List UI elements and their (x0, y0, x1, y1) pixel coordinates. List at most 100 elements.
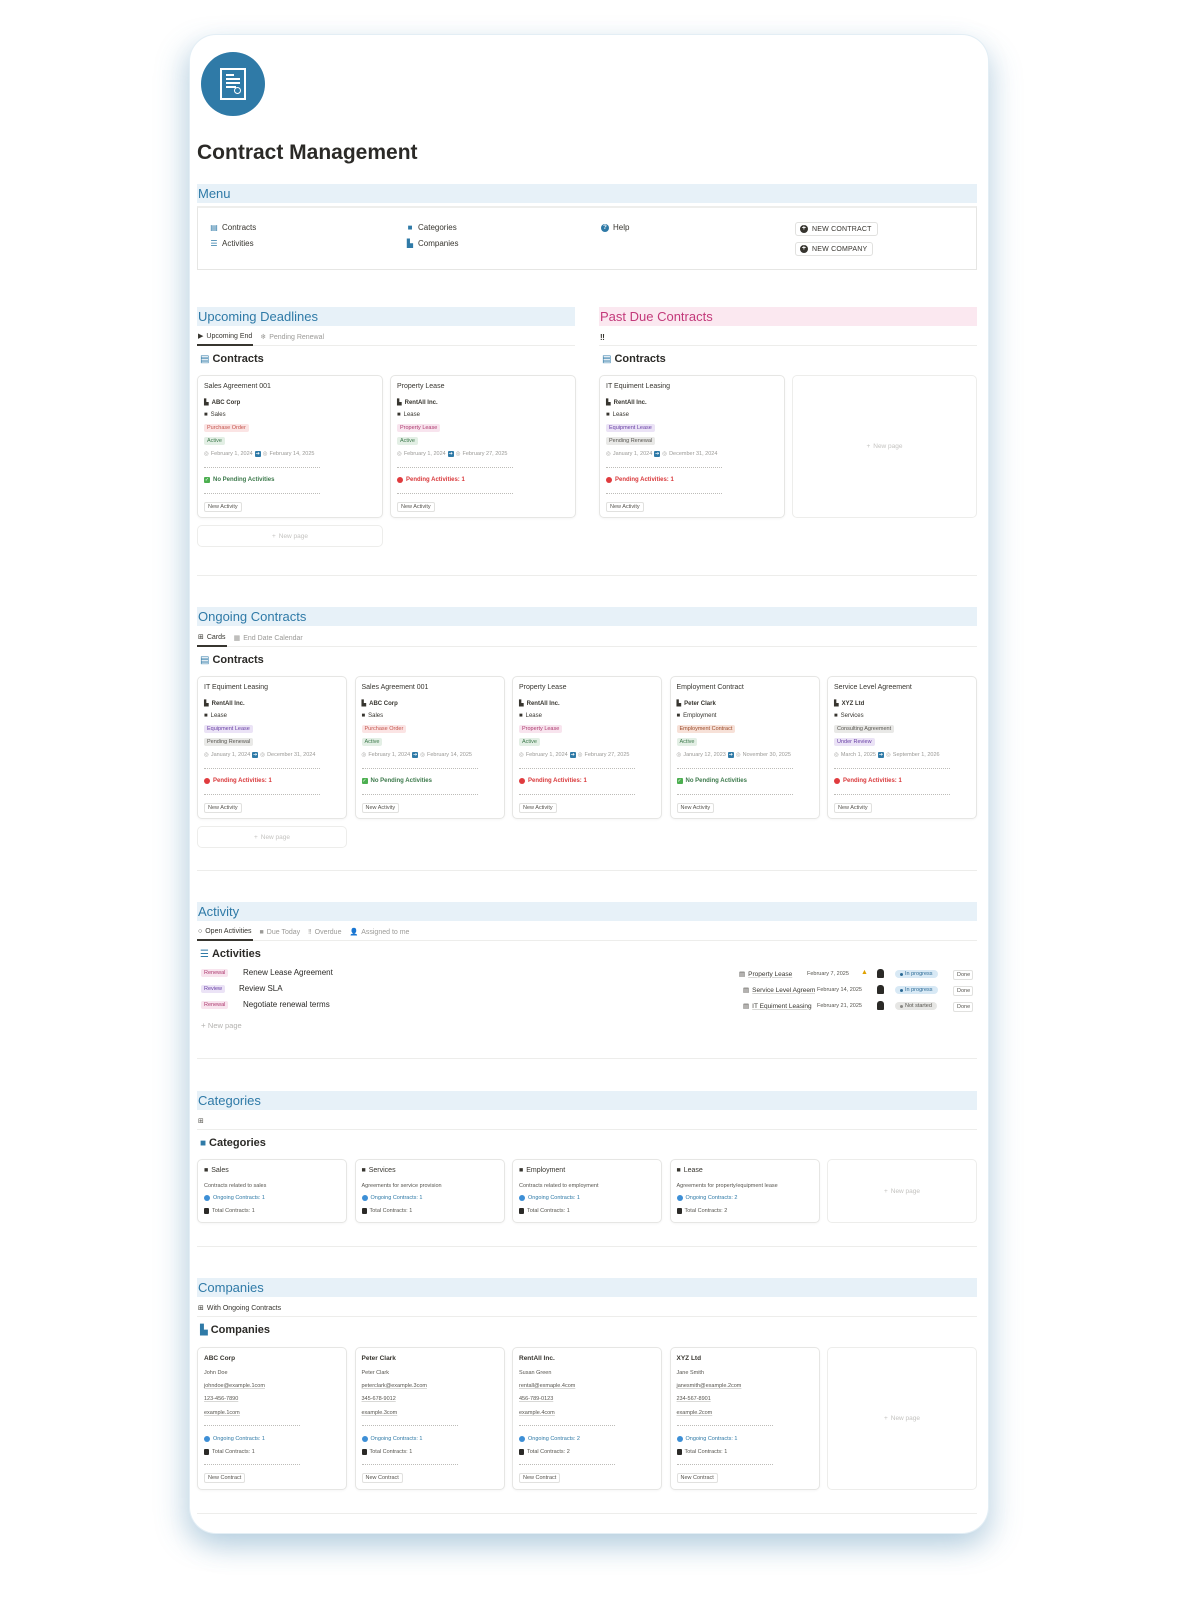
avatar[interactable] (877, 985, 884, 994)
new-activity-button[interactable]: New Activity (361, 803, 400, 813)
contract-company[interactable]: ▙ ABC Corp (204, 399, 240, 407)
tab-end-date-calendar[interactable]: ▦ End Date Calendar (233, 629, 304, 647)
contract-card[interactable]: Service Level Agreement ▙ XYZ Ltd ■ Servic… (827, 676, 977, 819)
contract-card[interactable]: Property Lease ▙ RentAll Inc. ■ Lease Prop… (512, 676, 662, 819)
company-phone[interactable]: 123-456-7890 (204, 1396, 238, 1402)
new-contract-button[interactable]: New Contract (361, 1473, 403, 1483)
contract-company[interactable]: ▙ RentAll Inc. (397, 399, 438, 407)
category-card[interactable]: ■ Sales Contracts related to sales Ongoin… (197, 1159, 347, 1223)
company-phone[interactable]: 345-678-9012 (362, 1396, 396, 1402)
activity-status-pill[interactable]: In progress (895, 986, 938, 994)
contract-card[interactable]: Sales Agreement 001 ▙ ABC Corp ■ Sales Pur… (197, 375, 383, 518)
activity-status-pill[interactable]: Not started (895, 1002, 937, 1010)
new-activity-button[interactable]: New Activity (834, 803, 872, 813)
square-icon (204, 1208, 209, 1214)
menu-link-activities[interactable]: ☰ Activities (210, 239, 253, 248)
activity-row[interactable]: Review Review SLA ▤Service Level Agreeme… (201, 983, 977, 997)
activity-contract-link[interactable]: ▤ Property Lease (739, 970, 803, 979)
plus-icon: + (883, 1415, 888, 1422)
category-card[interactable]: ■ Lease Agreements for property/equipment… (669, 1159, 820, 1223)
new-contract-button[interactable]: New Contract (676, 1473, 718, 1483)
contract-category[interactable]: ■ Lease (204, 713, 227, 719)
company-email[interactable]: peterclark@example.3com (362, 1383, 428, 1389)
new-page-button[interactable]: + New page (827, 1159, 977, 1223)
double-exclamation-icon[interactable]: ‼ (599, 328, 606, 346)
new-contract-button[interactable]: + NEW CONTRACT (795, 222, 878, 236)
tab-due-today[interactable]: ■ Due Today (259, 923, 302, 941)
contract-card[interactable]: Employment Contract ▙ Peter Clark ■ Employ… (669, 676, 820, 819)
avatar[interactable] (877, 969, 884, 978)
new-contract-button[interactable]: New Contract (519, 1473, 561, 1483)
contract-category[interactable]: ■ Lease (606, 412, 629, 418)
contract-company[interactable]: ▙ RentAll Inc. (519, 700, 560, 708)
new-page-button[interactable]: + New page (827, 1347, 977, 1490)
new-contract-button[interactable]: New Contract (204, 1473, 246, 1483)
tab-upcoming-end[interactable]: ▶ Upcoming End (197, 328, 254, 346)
company-phone[interactable]: 456-789-0123 (519, 1396, 553, 1402)
new-activity-button[interactable]: New Activity (204, 502, 242, 512)
contract-category[interactable]: ■ Employment (677, 713, 717, 719)
tab-with-ongoing-contracts[interactable]: ⊞ With Ongoing Contracts (197, 1299, 282, 1317)
new-activity-button[interactable]: New Activity (397, 502, 435, 512)
contract-card[interactable]: IT Equiment Leasing ▙ RentAll Inc. ■ Lease… (197, 676, 347, 819)
contract-category[interactable]: ■ Sales (362, 713, 384, 719)
category-card[interactable]: ■ Services Agreements for service provisi… (354, 1159, 505, 1223)
contract-category[interactable]: ■ Services (834, 713, 864, 719)
activity-name[interactable]: Renew Lease Agreement (243, 968, 333, 977)
grid-icon[interactable]: ⊞ (197, 1112, 205, 1130)
new-activity-button[interactable]: New Activity (204, 803, 242, 813)
new-company-button[interactable]: + NEW COMPANY (795, 242, 874, 256)
done-button[interactable]: Done (953, 970, 973, 980)
avatar[interactable] (877, 1001, 884, 1010)
contract-company[interactable]: ▙ RentAll Inc. (204, 700, 245, 708)
contract-category[interactable]: ■ Lease (397, 412, 420, 418)
activity-new-page[interactable]: + New page (201, 1015, 977, 1030)
contract-card[interactable]: Sales Agreement 001 ▙ ABC Corp ■ Sales Pur… (354, 676, 505, 819)
activity-row[interactable]: Renewal Negotiate renewal terms ▤ IT Equi… (201, 999, 977, 1013)
contract-company[interactable]: ▙ ABC Corp (362, 700, 398, 708)
tab-assigned-to-me[interactable]: 👤 Assigned to me (348, 923, 410, 941)
menu-link-categories[interactable]: ■ Categories (406, 223, 457, 232)
tab-pending-renewal[interactable]: ❄ Pending Renewal (259, 328, 325, 346)
activity-row[interactable]: Renewal Renew Lease Agreement ▤ Property … (201, 967, 977, 981)
company-website[interactable]: example.4com (519, 1410, 555, 1416)
company-website[interactable]: example.1com (204, 1410, 240, 1416)
activity-status-pill[interactable]: In progress (895, 970, 938, 978)
company-email[interactable]: rentall@exmaple.4com (519, 1383, 575, 1389)
new-page-button[interactable]: + New page (197, 826, 347, 848)
contract-company[interactable]: ▙ RentAll Inc. (606, 399, 647, 407)
company-website[interactable]: example.3com (362, 1410, 398, 1416)
tab-overdue[interactable]: ‼ Overdue (307, 923, 342, 941)
activity-name[interactable]: Review SLA (239, 984, 283, 993)
company-card[interactable]: ABC Corp John Doe johndoe@example.1com 1… (197, 1347, 347, 1490)
tab-cards[interactable]: ⊞ Cards (197, 629, 227, 647)
contract-card[interactable]: IT Equiment Leasing ▙ RentAll Inc. ■ Lease… (599, 375, 785, 518)
new-page-button[interactable]: + New page (197, 525, 383, 547)
company-email[interactable]: janesmith@example.2com (677, 1383, 742, 1389)
company-card[interactable]: XYZ Ltd Jane Smith janesmith@example.2co… (669, 1347, 820, 1490)
new-activity-button[interactable]: New Activity (676, 803, 715, 813)
company-card[interactable]: Peter Clark Peter Clark peterclark@examp… (354, 1347, 505, 1490)
contract-company[interactable]: ▙ XYZ Ltd (834, 700, 864, 708)
new-page-button[interactable]: + New page (792, 375, 977, 518)
company-phone[interactable]: 234-567-8901 (677, 1396, 711, 1402)
contract-category[interactable]: ■ Lease (519, 713, 542, 719)
tab-open-activities[interactable]: ○ Open Activities (197, 923, 253, 941)
new-activity-button[interactable]: New Activity (606, 502, 644, 512)
category-card[interactable]: ■ Employment Contracts related to employm… (512, 1159, 662, 1223)
company-email[interactable]: johndoe@example.1com (204, 1383, 265, 1389)
contract-card[interactable]: Property Lease ▙ RentAll Inc. ■ Lease Prop… (390, 375, 576, 518)
done-button[interactable]: Done (953, 1002, 973, 1012)
activity-contract-link[interactable]: ▤Service Level Agreement (743, 986, 815, 995)
menu-link-help[interactable]: ? Help (601, 223, 629, 232)
menu-link-companies[interactable]: ▙ Companies (406, 239, 459, 248)
company-website[interactable]: example.2com (677, 1410, 713, 1416)
activity-contract-link[interactable]: ▤ IT Equiment Leasing (743, 1002, 815, 1011)
new-activity-button[interactable]: New Activity (519, 803, 557, 813)
activity-name[interactable]: Negotiate renewal terms (243, 1000, 330, 1009)
contract-category[interactable]: ■ Sales (204, 412, 226, 418)
contract-company[interactable]: ▙ Peter Clark (677, 700, 716, 708)
menu-link-contracts[interactable]: ▤ Contracts (210, 223, 256, 232)
done-button[interactable]: Done (953, 986, 973, 996)
company-card[interactable]: RentAll Inc. Susan Green rentall@exmaple… (512, 1347, 662, 1490)
